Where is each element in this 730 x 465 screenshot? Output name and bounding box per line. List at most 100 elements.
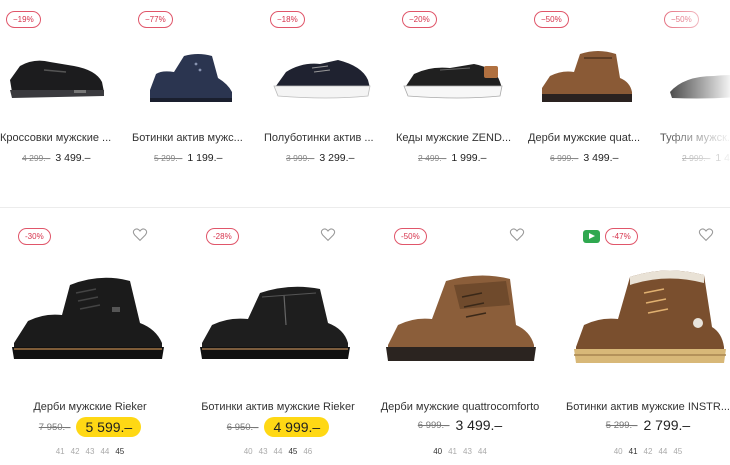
product-image[interactable] <box>268 42 378 110</box>
size-list: 41 42 43 44 45 <box>0 447 180 456</box>
product-title[interactable]: Кеды мужские ZEND... <box>396 132 514 144</box>
size-option[interactable]: 42 <box>644 447 653 456</box>
size-option[interactable]: 45 <box>115 447 124 456</box>
price: 3 499.– <box>455 417 503 433</box>
product-title[interactable]: Дерби мужские quattrocomforto <box>370 401 550 413</box>
size-option[interactable]: 41 <box>629 447 638 456</box>
old-price: 5 299.– <box>605 419 638 431</box>
product-card[interactable]: −50% Туфли мужск... 2 999.– 1 4... <box>660 0 730 200</box>
product-card[interactable]: −50% Дерби мужские quat... 6 999.– 3 499.… <box>528 0 656 200</box>
price-block: 5 299.– 1 199.– <box>154 152 222 164</box>
heart-icon[interactable] <box>698 227 714 243</box>
price-block: 2 499.– 1 999.– <box>418 152 486 164</box>
size-option[interactable]: 43 <box>463 447 472 456</box>
old-price: 6 950.– <box>226 421 259 433</box>
size-list: 40 41 42 44 45 <box>558 447 730 456</box>
price: 3 499.– <box>583 152 619 164</box>
price-block: 6 950.– 4 999.– <box>188 417 368 437</box>
old-price: 6 999.– <box>417 419 450 431</box>
product-card[interactable]: -30% Дерби мужские Rieker 7 950.– 5 599.… <box>0 215 180 465</box>
product-card[interactable]: −19% Кроссовки мужские ... 4 299.– 3 499.… <box>0 0 128 200</box>
price-block: 3 999.– 3 299.– <box>286 152 354 164</box>
old-price: 2 999.– <box>682 153 711 163</box>
product-image[interactable] <box>0 263 180 375</box>
heart-icon[interactable] <box>132 227 148 243</box>
price: 3 499.– <box>55 152 91 164</box>
size-option[interactable]: 43 <box>86 447 95 456</box>
size-option[interactable]: 40 <box>433 447 442 456</box>
discount-badge: −77% <box>138 11 173 28</box>
size-list: 40 43 44 45 46 <box>188 447 368 456</box>
discount-badge: −50% <box>534 11 569 28</box>
discount-badge: -28% <box>206 228 239 245</box>
price-block: 4 299.– 3 499.– <box>22 152 90 164</box>
discount-badge: −18% <box>270 11 305 28</box>
product-card[interactable]: −77% Ботинки актив мужс... 5 299.– 1 199.… <box>132 0 260 200</box>
price: 4 999.– <box>264 417 330 437</box>
product-title[interactable]: Дерби мужские Rieker <box>0 401 180 413</box>
product-image[interactable] <box>188 263 368 375</box>
product-image[interactable] <box>400 42 510 110</box>
product-title[interactable]: Кроссовки мужские ... <box>0 132 118 144</box>
price: 5 599.– <box>76 417 142 437</box>
product-image[interactable] <box>532 42 642 110</box>
old-price: 5 299.– <box>154 153 183 163</box>
price: 3 299.– <box>319 152 355 164</box>
product-image[interactable] <box>664 42 730 110</box>
size-option[interactable]: 44 <box>478 447 487 456</box>
price-block: 2 999.– 1 4... <box>682 152 730 164</box>
size-option[interactable]: 40 <box>244 447 253 456</box>
product-card[interactable]: -28% Ботинки актив мужские Rieker 6 950.… <box>188 215 368 465</box>
old-price: 4 299.– <box>22 153 51 163</box>
discount-badge: −50% <box>664 11 699 28</box>
price-block: 5 299.– 2 799.– <box>558 417 730 433</box>
size-option[interactable]: 44 <box>658 447 667 456</box>
product-title[interactable]: Дерби мужские quat... <box>528 132 646 144</box>
product-title[interactable]: Ботинки актив мужские Rieker <box>188 401 368 413</box>
discount-badge: −20% <box>402 11 437 28</box>
heart-icon[interactable] <box>509 227 525 243</box>
size-option[interactable]: 41 <box>448 447 457 456</box>
product-card[interactable]: −18% Полуботинки актив ... 3 999.– 3 299.… <box>264 0 392 200</box>
product-image[interactable] <box>136 42 246 110</box>
recommended-carousel: −19% Кроссовки мужские ... 4 299.– 3 499.… <box>0 0 730 200</box>
size-option[interactable]: 40 <box>614 447 623 456</box>
price: 2 799.– <box>643 417 691 433</box>
product-title[interactable]: Полуботинки актив ... <box>264 132 382 144</box>
price-block: 6 999.– 3 499.– <box>550 152 618 164</box>
product-card[interactable]: -50% Дерби мужские quattrocomforto 6 999… <box>370 215 550 465</box>
old-price: 3 999.– <box>286 153 315 163</box>
discount-badge: -50% <box>394 228 427 245</box>
discount-badge: -30% <box>18 228 51 245</box>
discount-badge: −19% <box>6 11 41 28</box>
price-block: 7 950.– 5 599.– <box>0 417 180 437</box>
size-option[interactable]: 42 <box>71 447 80 456</box>
product-title[interactable]: Ботинки актив мужские INSTR... <box>558 401 730 413</box>
product-card[interactable]: -47% Ботинки актив мужские INSTR... 5 29… <box>558 215 730 465</box>
product-title[interactable]: Ботинки актив мужс... <box>132 132 250 144</box>
size-list: 40 41 43 44 <box>370 447 550 456</box>
size-option[interactable]: 41 <box>56 447 65 456</box>
old-price: 2 499.– <box>418 153 447 163</box>
product-title[interactable]: Туфли мужск... <box>660 132 730 144</box>
product-image[interactable] <box>558 263 730 375</box>
size-option[interactable]: 46 <box>303 447 312 456</box>
price-block: 6 999.– 3 499.– <box>370 417 550 433</box>
discount-badge: -47% <box>605 228 638 245</box>
size-option[interactable]: 45 <box>288 447 297 456</box>
old-price: 7 950.– <box>38 421 71 433</box>
old-price: 6 999.– <box>550 153 579 163</box>
size-option[interactable]: 43 <box>259 447 268 456</box>
video-icon[interactable] <box>583 230 600 243</box>
heart-icon[interactable] <box>320 227 336 243</box>
size-option[interactable]: 45 <box>673 447 682 456</box>
product-image[interactable] <box>370 263 550 375</box>
price: 1 999.– <box>451 152 487 164</box>
size-option[interactable]: 44 <box>274 447 283 456</box>
section-divider <box>0 207 730 208</box>
product-image[interactable] <box>4 42 114 110</box>
product-card[interactable]: −20% Кеды мужские ZEND... 2 499.– 1 999.– <box>396 0 524 200</box>
price: 1 199.– <box>187 152 223 164</box>
size-option[interactable]: 44 <box>100 447 109 456</box>
price: 1 4... <box>715 152 730 164</box>
